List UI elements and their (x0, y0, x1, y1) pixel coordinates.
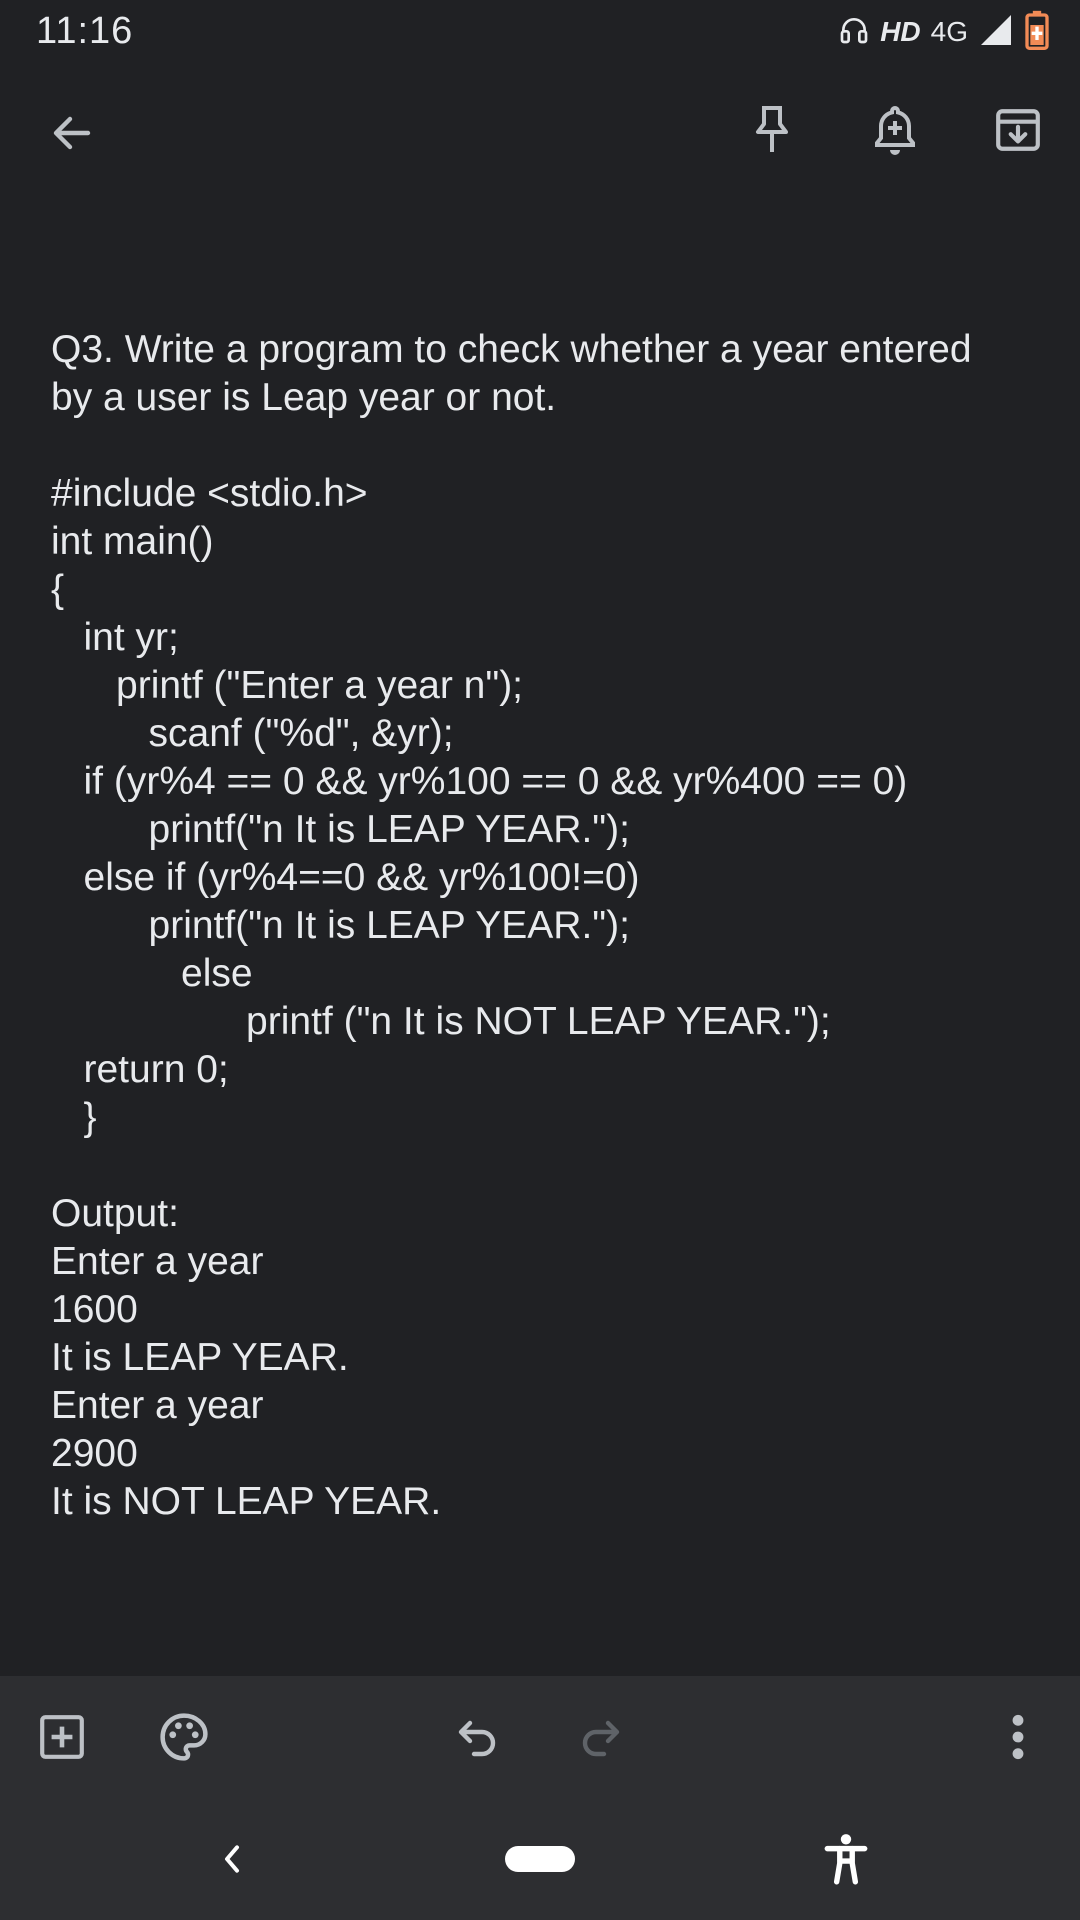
signal-icon (978, 12, 1014, 53)
output-line: Output: (51, 1192, 179, 1235)
code-line: { (51, 568, 65, 611)
note-title: Q3. Write a program to check whether a y… (51, 326, 1041, 422)
output-line: Enter a year (51, 1384, 264, 1427)
palette-icon[interactable] (144, 1697, 224, 1777)
output-block: Output: Enter a year 1600 It is LEAP YEA… (51, 1190, 1041, 1526)
output-line: It is NOT LEAP YEAR. (51, 1480, 442, 1523)
keep-note-editor: 11:16 HD 4G Q3. Write a program to check… (0, 0, 1080, 1920)
home-pill[interactable] (505, 1846, 575, 1872)
code-line: printf ("n It is NOT LEAP YEAR."); (51, 1000, 831, 1043)
more-vert-icon[interactable] (978, 1697, 1058, 1777)
code-line: if (yr%4 == 0 && yr%100 == 0 && yr%400 =… (51, 760, 908, 803)
code-line: else (51, 952, 253, 995)
undo-icon[interactable] (438, 1697, 518, 1777)
add-box-icon[interactable] (22, 1697, 102, 1777)
code-line: return 0; (51, 1048, 229, 1091)
bottom-toolbar (0, 1676, 1080, 1798)
archive-icon[interactable] (978, 90, 1058, 170)
accessibility-icon[interactable] (806, 1819, 886, 1899)
output-line: 1600 (51, 1288, 138, 1331)
title-line: by a user is Leap year or not. (51, 376, 557, 419)
nav-back-icon[interactable] (192, 1819, 272, 1899)
network-label: 4G (930, 16, 968, 47)
output-line: 2900 (51, 1432, 138, 1475)
code-line: } (51, 1096, 97, 1139)
code-line: else if (yr%4==0 && yr%100!=0) (51, 856, 640, 899)
output-line: Enter a year (51, 1240, 264, 1283)
code-line: #include <stdio.h> (51, 472, 368, 515)
code-line: printf("n It is LEAP YEAR."); (51, 808, 630, 851)
back-arrow-icon[interactable] (32, 93, 112, 173)
code-line: printf ("Enter a year n"); (51, 664, 524, 707)
hd-label: HD (880, 16, 921, 47)
status-time: 11:16 (36, 10, 134, 52)
status-indicators: HD 4G (838, 10, 1050, 54)
output-line: It is LEAP YEAR. (51, 1336, 349, 1379)
code-line: scanf ("%d", &yr); (51, 712, 454, 755)
headset-icon (838, 14, 870, 51)
battery-charging-icon (1024, 10, 1050, 55)
top-app-bar (0, 90, 1080, 176)
system-nav-bar (0, 1798, 1080, 1920)
code-line: printf("n It is LEAP YEAR."); (51, 904, 630, 947)
pin-icon[interactable] (732, 90, 812, 170)
code-block: #include <stdio.h> int main() { int yr; … (51, 470, 1041, 1142)
title-line: Q3. Write a program to check whether a y… (51, 328, 972, 371)
status-bar: 11:16 HD 4G (0, 0, 1080, 64)
redo-icon (560, 1697, 640, 1777)
code-line: int main() (51, 520, 214, 563)
note-body[interactable]: Q3. Write a program to check whether a y… (51, 326, 1041, 1526)
reminder-bell-icon[interactable] (855, 90, 935, 170)
code-line: int yr; (51, 616, 179, 659)
